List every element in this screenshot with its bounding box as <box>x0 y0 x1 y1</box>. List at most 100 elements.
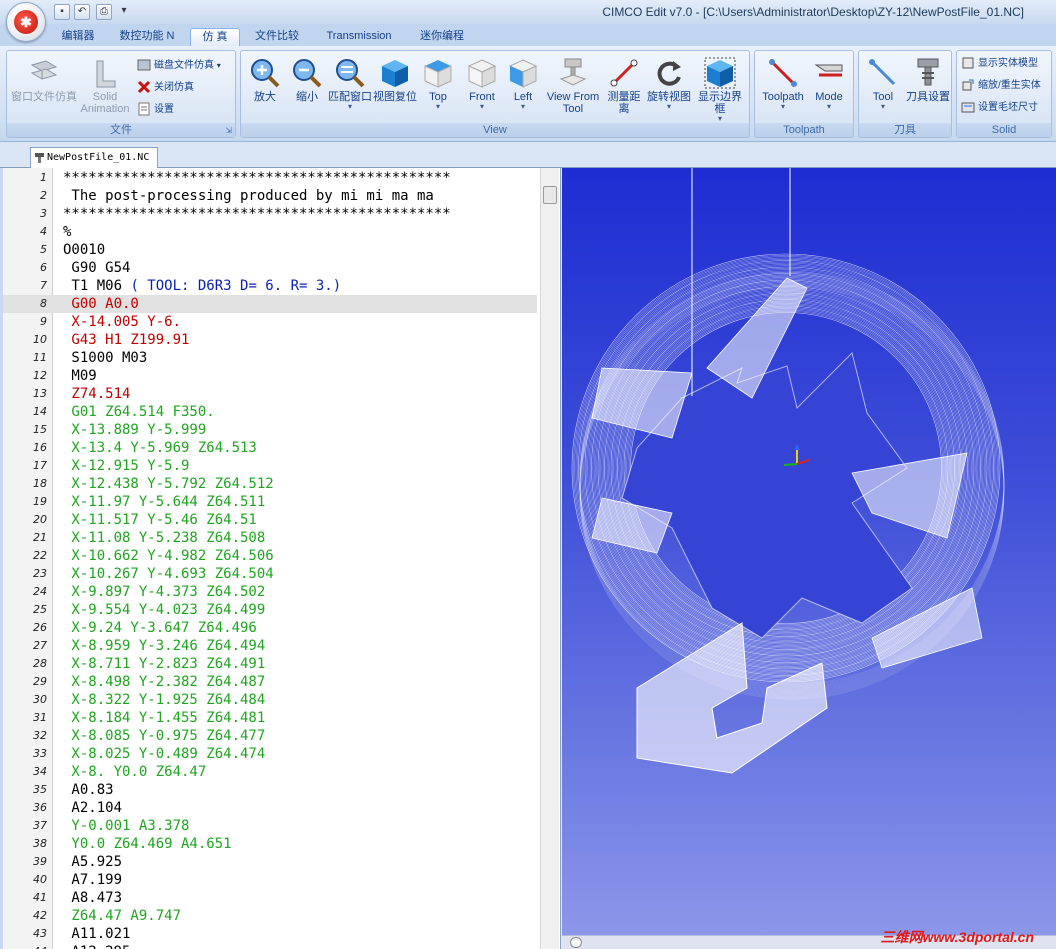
code-line[interactable]: 18 X-12.438 Y-5.792 Z64.512 <box>3 475 537 493</box>
code-line[interactable]: 35 A0.83 <box>3 781 537 799</box>
close-simulation-button[interactable]: 关闭仿真 <box>137 79 194 97</box>
tool-settings-button[interactable]: 刀具设置 <box>905 57 951 103</box>
scrollbar-thumb[interactable] <box>543 186 557 204</box>
cimco-logo-icon: ✱ <box>14 10 38 34</box>
tab-mini-programming[interactable]: 迷你编程 <box>410 28 474 46</box>
code-line[interactable]: 9 X-14.005 Y-6. <box>3 313 537 331</box>
toolpath-button[interactable]: Toolpath ▾ <box>759 57 807 111</box>
window-simulation-icon <box>30 60 58 80</box>
mode-button[interactable]: Mode ▾ <box>807 57 851 111</box>
view-group-label: View <box>241 123 749 137</box>
code-line[interactable]: 14 G01 Z64.514 F350. <box>3 403 537 421</box>
code-line[interactable]: 12 M09 <box>3 367 537 385</box>
code-line[interactable]: 13 Z74.514 <box>3 385 537 403</box>
reset-view-button[interactable]: 视图复位 <box>373 57 417 103</box>
line-number: 6 <box>40 261 47 274</box>
dropdown-arrow-icon: ▾ <box>880 102 885 111</box>
code-line[interactable]: 2 The post-processing produced by mi mi … <box>3 187 537 205</box>
line-number: 4 <box>40 225 47 238</box>
code-text: A12.295 <box>63 943 130 949</box>
left-view-button[interactable]: Left ▾ <box>505 57 541 111</box>
code-line[interactable]: 17 X-12.915 Y-5.9 <box>3 457 537 475</box>
front-view-button[interactable]: Front ▾ <box>461 57 503 111</box>
window-file-simulation-button[interactable]: 窗口文件仿真 <box>11 57 77 103</box>
tool-button[interactable]: Tool ▾ <box>861 57 905 111</box>
code-line[interactable]: 11 S1000 M03 <box>3 349 537 367</box>
code-line[interactable]: 23 X-10.267 Y-4.693 Z64.504 <box>3 565 537 583</box>
tab-nc-functions[interactable]: 数控功能 N <box>110 28 184 46</box>
code-line[interactable]: 21 X-11.08 Y-5.238 Z64.508 <box>3 529 537 547</box>
disk-file-simulation-button[interactable]: 磁盘文件仿真 ▾ <box>137 57 221 75</box>
fit-window-button[interactable]: 匹配窗口 ▾ <box>327 57 373 111</box>
code-text: M09 <box>63 368 97 384</box>
top-view-button[interactable]: Top ▾ <box>419 57 457 111</box>
code-text: G43 H1 Z199.91 <box>63 332 190 348</box>
tab-simulation[interactable]: 仿 真 <box>190 28 240 46</box>
zoom-in-button[interactable]: 放大 <box>245 57 285 103</box>
solid-animation-button[interactable]: Solid Animation <box>79 57 131 115</box>
code-line[interactable]: 37 Y-0.001 A3.378 <box>3 817 537 835</box>
code-line[interactable]: 7 T1 M06 ( TOOL: D6R3 D= 6. R= 3.) <box>3 277 537 295</box>
code-line[interactable]: 3 ***************************************… <box>3 205 537 223</box>
code-line[interactable]: 24 X-9.897 Y-4.373 Z64.502 <box>3 583 537 601</box>
line-number: 8 <box>40 297 47 310</box>
code-line[interactable]: 38 Y0.0 Z64.469 A4.651 <box>3 835 537 853</box>
code-line[interactable]: 15 X-13.889 Y-5.999 <box>3 421 537 439</box>
rotate-view-button[interactable]: 旋转视图 ▾ <box>647 57 691 111</box>
line-number: 10 <box>33 333 47 346</box>
code-text: X-11.517 Y-5.46 Z64.51 <box>63 512 257 528</box>
code-line[interactable]: 19 X-11.97 Y-5.644 Z64.511 <box>3 493 537 511</box>
app-menu-button[interactable]: ✱ <box>6 2 46 42</box>
code-line[interactable]: 1 ***************************************… <box>3 169 537 187</box>
code-line[interactable]: 10 G43 H1 Z199.91 <box>3 331 537 349</box>
tab-transmission[interactable]: Transmission <box>314 28 404 46</box>
code-line[interactable]: 28 X-8.711 Y-2.823 Z64.491 <box>3 655 537 673</box>
code-line[interactable]: 20 X-11.517 Y-5.46 Z64.51 <box>3 511 537 529</box>
simulation-viewport[interactable]: 三维网www.3dportal.cn <box>562 168 1056 949</box>
code-line[interactable]: 43 A11.021 <box>3 925 537 943</box>
code-line[interactable]: 26 X-9.24 Y-3.647 Z64.496 <box>3 619 537 637</box>
line-number: 28 <box>33 657 47 670</box>
code-text: A5.925 <box>63 854 123 870</box>
tab-editor[interactable]: 编辑器 <box>50 28 106 46</box>
code-line[interactable]: 6 G90 G54 <box>3 259 537 277</box>
zoom-out-button[interactable]: 缩小 <box>287 57 327 103</box>
slider-thumb[interactable] <box>570 937 582 948</box>
code-line[interactable]: 29 X-8.498 Y-2.382 Z64.487 <box>3 673 537 691</box>
group-launcher-icon[interactable]: ⇲ <box>225 126 232 135</box>
code-line[interactable]: 34 X-8. Y0.0 Z64.47 <box>3 763 537 781</box>
code-line[interactable]: 42 Z64.47 A9.747 <box>3 907 537 925</box>
code-line[interactable]: 27 X-8.959 Y-3.246 Z64.494 <box>3 637 537 655</box>
code-line[interactable]: 25 X-9.554 Y-4.023 Z64.499 <box>3 601 537 619</box>
show-bounding-box-button[interactable]: 显示边界框 ▾ <box>693 57 747 123</box>
code-line[interactable]: 44 A12.295 <box>3 943 537 949</box>
zoom-in-icon <box>251 59 280 88</box>
simulation-settings-button[interactable]: 设置 <box>137 101 174 119</box>
vertical-scrollbar[interactable] <box>540 168 559 949</box>
code-line[interactable]: 31 X-8.184 Y-1.455 Z64.481 <box>3 709 537 727</box>
top-view-cube-icon <box>424 60 452 88</box>
code-line[interactable]: 39 A5.925 <box>3 853 537 871</box>
rescale-solid-button[interactable]: 缩放/重生实体 <box>961 77 1041 95</box>
code-line[interactable]: 36 A2.104 <box>3 799 537 817</box>
set-stock-size-button[interactable]: 设置毛坯尺寸 <box>961 99 1038 117</box>
show-solid-model-button[interactable]: 显示实体模型 <box>961 55 1038 73</box>
code-text: Y0.0 Z64.469 A4.651 <box>63 836 232 852</box>
code-line[interactable]: 16 X-13.4 Y-5.969 Z64.513 <box>3 439 537 457</box>
code-line[interactable]: 8 G00 A0.0 <box>3 295 537 313</box>
code-line[interactable]: 32 X-8.085 Y-0.975 Z64.477 <box>3 727 537 745</box>
view-from-tool-button[interactable]: View From Tool <box>543 57 603 115</box>
tab-file-compare[interactable]: 文件比较 <box>246 28 308 46</box>
code-line[interactable]: 41 A8.473 <box>3 889 537 907</box>
code-text: X-8.959 Y-3.246 Z64.494 <box>63 638 266 654</box>
nc-code-editor[interactable]: 1 ***************************************… <box>0 168 561 949</box>
code-line[interactable]: 5 O0010 <box>3 241 537 259</box>
code-line[interactable]: 40 A7.199 <box>3 871 537 889</box>
code-text: Z74.514 <box>63 386 131 402</box>
code-line[interactable]: 22 X-10.662 Y-4.982 Z64.506 <box>3 547 537 565</box>
code-line[interactable]: 33 X-8.025 Y-0.489 Z64.474 <box>3 745 537 763</box>
document-tab[interactable]: NewPostFile_01.NC <box>30 147 158 168</box>
code-line[interactable]: 30 X-8.322 Y-1.925 Z64.484 <box>3 691 537 709</box>
code-line[interactable]: 4% <box>3 223 537 241</box>
measure-distance-button[interactable]: 测量距离 <box>603 57 645 115</box>
